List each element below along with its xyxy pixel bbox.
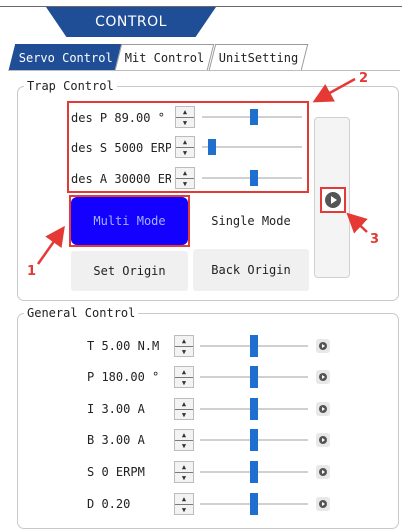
general-row-i: I 3.00 A	[87, 397, 167, 421]
spin-up-icon[interactable]: ▲	[175, 367, 193, 377]
play-circle-icon[interactable]	[316, 465, 330, 479]
set-origin-button[interactable]: Set Origin	[71, 251, 188, 291]
general-b-label: B 3.00 A	[87, 433, 145, 447]
tab-servo-control[interactable]: Servo Control	[8, 44, 124, 70]
general-d-label: D 0.20	[87, 497, 131, 511]
general-t-spinbox[interactable]: ▲ ▼	[174, 335, 194, 357]
spin-up-icon[interactable]: ▲	[175, 462, 193, 472]
spin-up-icon[interactable]: ▲	[175, 430, 193, 440]
spin-down-icon[interactable]: ▼	[175, 377, 193, 388]
general-control-title: General Control	[24, 306, 139, 320]
general-row-d: D 0.20	[87, 492, 167, 516]
general-row-b: B 3.00 A	[87, 428, 167, 452]
play-circle-icon[interactable]	[316, 402, 330, 416]
callout-label-1: 1	[27, 264, 37, 279]
back-origin-button[interactable]: Back Origin	[193, 249, 309, 291]
general-p-slider-thumb[interactable]	[250, 366, 258, 388]
general-row-p: P 180.00 °	[87, 365, 167, 389]
general-b-spinbox[interactable]: ▲ ▼	[174, 429, 194, 451]
spin-down-icon[interactable]: ▼	[175, 504, 193, 515]
spin-down-icon[interactable]: ▼	[175, 440, 193, 451]
play-circle-icon[interactable]	[316, 339, 330, 353]
general-d-spinbox[interactable]: ▲ ▼	[174, 493, 194, 515]
play-circle-icon[interactable]	[316, 497, 330, 511]
general-d-slider-thumb[interactable]	[250, 493, 258, 515]
tab-mit-control[interactable]: Mit Control	[114, 44, 215, 70]
general-row-s: S 0 ERPM	[87, 460, 167, 484]
general-i-spinbox[interactable]: ▲ ▼	[174, 398, 194, 420]
general-t-slider-thumb[interactable]	[250, 335, 258, 357]
callout-label-2: 2	[359, 71, 369, 86]
spin-up-icon[interactable]: ▲	[175, 399, 193, 409]
general-i-slider-thumb[interactable]	[250, 398, 258, 420]
play-circle-icon[interactable]	[316, 433, 330, 447]
general-p-spinbox[interactable]: ▲ ▼	[174, 366, 194, 388]
tab-unit-setting[interactable]: UnitSetting	[208, 44, 309, 70]
play-circle-icon[interactable]	[316, 370, 330, 384]
general-b-slider-thumb[interactable]	[250, 429, 258, 451]
callout-label-3: 3	[370, 232, 380, 247]
general-s-slider-thumb[interactable]	[250, 461, 258, 483]
single-mode-button[interactable]: Single Mode	[193, 199, 309, 243]
spin-up-icon[interactable]: ▲	[175, 494, 193, 504]
general-s-label: S 0 ERPM	[87, 465, 145, 479]
general-s-spinbox[interactable]: ▲ ▼	[174, 461, 194, 483]
spin-down-icon[interactable]: ▼	[175, 472, 193, 483]
general-row-t: T 5.00 N.M	[87, 334, 167, 358]
general-t-label: T 5.00 N.M	[87, 339, 160, 353]
general-i-label: I 3.00 A	[87, 402, 145, 416]
spin-down-icon[interactable]: ▼	[175, 346, 193, 357]
tab-bar-divider	[8, 70, 400, 71]
spin-up-icon[interactable]: ▲	[175, 336, 193, 346]
spin-down-icon[interactable]: ▼	[175, 409, 193, 420]
highlight-box-2	[67, 101, 309, 193]
top-divider	[0, 6, 402, 7]
trap-control-title: Trap Control	[24, 79, 117, 93]
general-p-label: P 180.00 °	[87, 370, 160, 384]
play-circle-icon[interactable]	[320, 187, 346, 213]
highlight-box-1	[69, 195, 190, 247]
page-title: CONTROL	[46, 7, 216, 37]
